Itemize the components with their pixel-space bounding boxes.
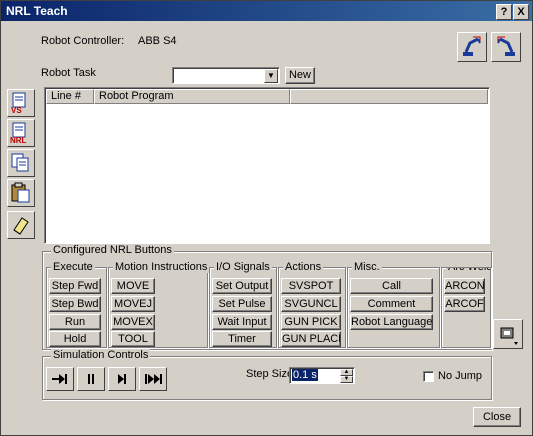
nrl-program-icon: NRL [9,121,33,148]
pause-icon [88,374,94,384]
new-task-button[interactable]: New [285,67,315,84]
group-title: Motion Instructions [113,261,210,273]
wait-input-button[interactable]: Wait Input [212,314,272,330]
move-button[interactable]: MOVE [111,278,155,294]
arcof-button[interactable]: ARCOF [444,296,485,312]
nrl-config-button[interactable] [493,319,523,349]
nrl-teach-window: NRL Teach ? X Robot Controller: ABB S4 R… [0,0,533,436]
comment-button[interactable]: Comment [350,296,433,312]
group-title: Misc. [352,261,382,273]
vs-program-button[interactable]: VS [7,89,35,117]
simulation-group-title: Simulation Controls [51,349,151,361]
set-pulse-button[interactable]: Set Pulse [212,296,272,312]
paste-icon [9,181,33,208]
group-title: I/O Signals [214,261,272,273]
help-button[interactable]: ? [496,4,512,20]
paste-button[interactable] [7,179,35,207]
eraser-button[interactable] [7,211,35,239]
fast-forward-button[interactable] [139,367,167,391]
group-title: Actions [283,261,324,273]
step-bwd-button[interactable]: Step Bwd [49,296,101,312]
step-size-value[interactable]: 0.1 s [292,369,318,381]
close-button[interactable]: Close [473,407,521,427]
gun-place-button[interactable]: GUN PLACE [281,331,341,347]
tool-button[interactable]: TOOL [111,331,155,347]
fast-forward-icon [145,374,162,384]
hold-button[interactable]: Hold [49,331,101,347]
close-window-button[interactable]: X [513,4,529,20]
column-header-filler [290,89,488,104]
copy-button[interactable] [7,149,35,177]
column-header-line[interactable]: Line # [46,89,94,104]
movex-button[interactable]: MOVEX [111,314,155,330]
svg-text:NRL: NRL [10,136,27,145]
robot-task-label: Robot Task [41,67,96,79]
column-header-program[interactable]: Robot Program [94,89,290,104]
no-jump-label: No Jump [438,370,483,382]
gun-pick-button[interactable]: GUN PICK [281,314,341,330]
svg-text:VS: VS [11,106,22,115]
step-to-start-button[interactable] [46,367,74,391]
step-size-spinner[interactable]: 0.1 s ▲ ▼ [289,367,355,384]
set-output-button[interactable]: Set Output [212,278,272,294]
robot-right-button[interactable] [491,32,521,62]
robot-program-list[interactable]: Line # Robot Program [44,87,490,244]
window-title: NRL Teach [6,4,68,18]
robot-left-button[interactable] [457,32,487,62]
spin-down-icon[interactable]: ▼ [340,376,353,383]
svguncl-button[interactable]: SVGUNCL [281,296,341,312]
title-bar[interactable]: NRL Teach ? X [1,1,532,21]
step-size-label: Step Size [246,368,294,380]
step-in-icon [52,374,67,384]
robot-arm-left-icon [463,36,481,56]
chevron-down-icon[interactable]: ▼ [264,69,278,83]
pause-button[interactable] [77,367,105,391]
timer-button[interactable]: Timer [212,331,272,347]
run-button[interactable]: Run [49,314,101,330]
group-title: Execute [51,261,95,273]
step-forward-icon [118,374,126,384]
movej-button[interactable]: MOVEJ [111,296,155,312]
robot-arm-right-icon [497,36,515,56]
robot-gear-icon [500,327,518,345]
arcon-button[interactable]: ARCON [444,278,485,294]
spin-up-icon[interactable]: ▲ [340,369,353,376]
step-forward-button[interactable] [108,367,136,391]
call-button[interactable]: Call [350,278,433,294]
eraser-icon [9,213,33,240]
configured-group-title: Configured NRL Buttons [51,244,174,256]
robot-controller-label: Robot Controller: [41,35,125,47]
nrl-program-button[interactable]: NRL [7,119,35,147]
no-jump-checkbox[interactable] [423,371,434,382]
copy-icon [9,151,33,178]
svspot-button[interactable]: SVSPOT [281,278,341,294]
group-title: Arc Weld [446,268,490,273]
vs-program-icon: VS [9,91,33,118]
robot-language-button[interactable]: Robot Language [350,314,433,330]
step-fwd-button[interactable]: Step Fwd [49,278,101,294]
robot-task-dropdown[interactable]: ▼ [172,67,280,84]
robot-controller-value: ABB S4 [138,35,177,47]
